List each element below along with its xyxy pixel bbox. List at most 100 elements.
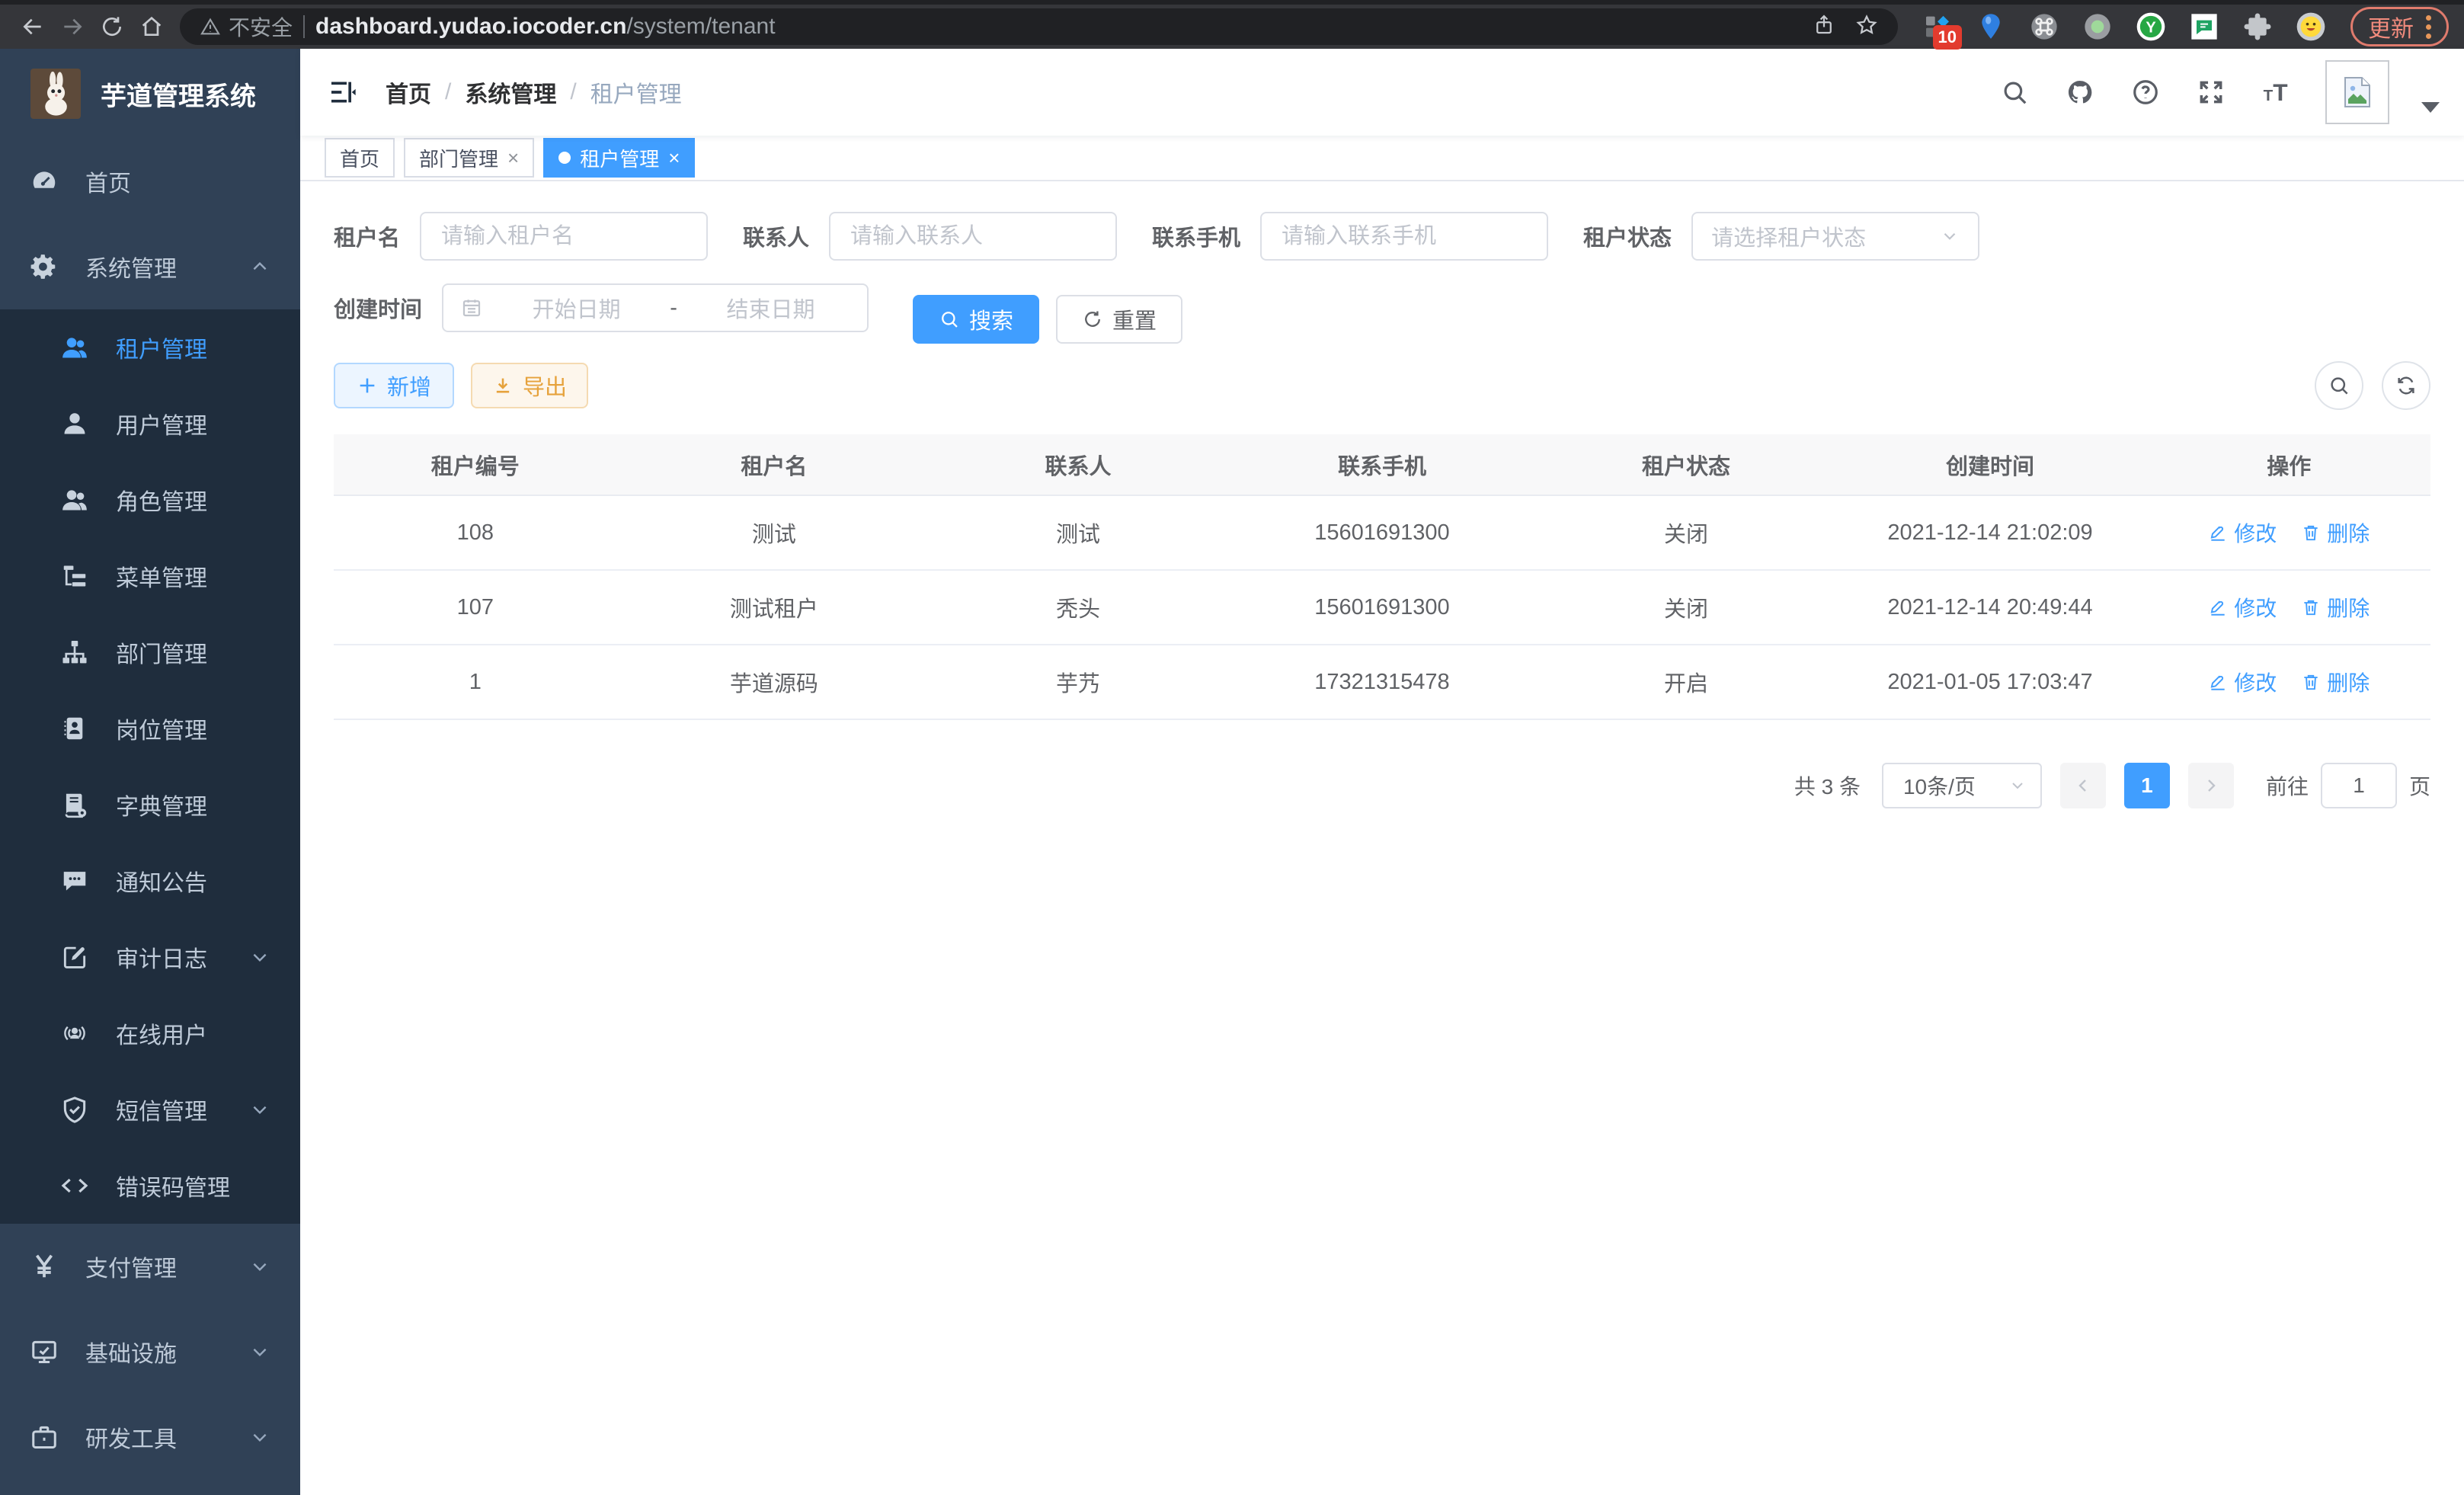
- extension-chat-icon[interactable]: [2187, 10, 2221, 43]
- sidebar-item-online-user[interactable]: 在线用户: [0, 995, 300, 1071]
- tenant-name-label: 租户名: [334, 220, 400, 252]
- search-button[interactable]: 搜索: [913, 295, 1039, 344]
- extension-command-icon[interactable]: [2027, 10, 2061, 43]
- contact-input[interactable]: [829, 212, 1117, 261]
- sidebar-item-label: 字典管理: [116, 788, 270, 821]
- edit-link[interactable]: 修改: [2208, 667, 2277, 697]
- breadcrumb-item[interactable]: 首页: [386, 75, 431, 109]
- sidebar-item-user[interactable]: 用户管理: [0, 386, 300, 462]
- browser-menu-kebab-icon[interactable]: [2426, 15, 2431, 39]
- sidebar-item-dept[interactable]: 部门管理: [0, 614, 300, 690]
- add-button[interactable]: 新增: [334, 363, 454, 408]
- browser-update-button[interactable]: 更新: [2350, 7, 2449, 46]
- github-icon[interactable]: [2063, 75, 2097, 109]
- sidebar-item-pay[interactable]: 支付管理: [0, 1224, 300, 1309]
- security-warning[interactable]: 不安全: [200, 11, 293, 42]
- page-unit-label: 页: [2409, 770, 2430, 801]
- search-icon: [2328, 374, 2350, 397]
- tag-home[interactable]: 首页: [325, 138, 395, 178]
- sidebar-item-label: 在线用户: [116, 1016, 270, 1050]
- sidebar-item-sms[interactable]: 短信管理: [0, 1071, 300, 1148]
- search-icon[interactable]: [1998, 75, 2031, 109]
- cell-contact: 芋艿: [931, 645, 1224, 719]
- column-header: 租户名: [617, 434, 932, 495]
- browser-reload-icon[interactable]: [94, 9, 130, 44]
- sidebar-item-role[interactable]: 角色管理: [0, 462, 300, 538]
- reset-button[interactable]: 重置: [1056, 295, 1182, 344]
- chevron-down-icon[interactable]: [2421, 102, 2440, 113]
- tag-tenant[interactable]: 租户管理 ×: [543, 138, 695, 178]
- online-user-icon: [59, 1018, 90, 1048]
- breadcrumb-separator: /: [570, 79, 576, 105]
- tenant-name-input[interactable]: [420, 212, 708, 261]
- delete-link[interactable]: 删除: [2301, 517, 2370, 548]
- sidebar-item-system[interactable]: 系统管理: [0, 224, 300, 309]
- edit-link[interactable]: 修改: [2208, 592, 2277, 623]
- sidebar-collapse-icon[interactable]: [325, 74, 361, 110]
- delete-link[interactable]: 删除: [2301, 667, 2370, 697]
- sidebar-item-post[interactable]: 岗位管理: [0, 690, 300, 767]
- avatar[interactable]: [2325, 60, 2389, 124]
- page-size-select[interactable]: 10条/页: [1882, 763, 2042, 808]
- extension-grid-icon[interactable]: 10: [1921, 10, 1954, 43]
- extension-dot-icon[interactable]: [2081, 10, 2114, 43]
- extension-balloon-icon[interactable]: [1974, 10, 2008, 43]
- show-search-button[interactable]: [2315, 361, 2363, 410]
- search-icon: [939, 309, 960, 330]
- sidebar-item-devtools[interactable]: 研发工具: [0, 1394, 300, 1480]
- status-label: 租户状态: [1583, 220, 1672, 252]
- extension-puzzle-icon[interactable]: [2241, 10, 2274, 43]
- extension-emoji-icon[interactable]: [2294, 10, 2328, 43]
- export-button[interactable]: 导出: [471, 363, 588, 408]
- status-select[interactable]: 请选择租户状态: [1691, 212, 1979, 261]
- goto-label: 前往: [2266, 770, 2309, 801]
- browser-forward-icon[interactable]: [55, 9, 90, 44]
- browser-home-icon[interactable]: [134, 9, 169, 44]
- sidebar-item-infra[interactable]: 基础设施: [0, 1309, 300, 1394]
- edit-link[interactable]: 修改: [2208, 517, 2277, 548]
- page-number-1[interactable]: 1: [2124, 763, 2170, 808]
- share-icon[interactable]: [1813, 14, 1835, 40]
- table-row: 108测试测试15601691300关闭2021-12-14 21:02:09修…: [334, 495, 2430, 570]
- tag-label: 租户管理: [580, 144, 659, 172]
- sidebar-item-error-code[interactable]: 错误码管理: [0, 1148, 300, 1224]
- start-date-placeholder[interactable]: 开始日期: [497, 292, 656, 324]
- address-bar[interactable]: 不安全 dashboard.yudao.iocoder.cn/system/te…: [180, 8, 1898, 45]
- refresh-icon: [2395, 374, 2418, 397]
- browser-back-icon[interactable]: [15, 9, 50, 44]
- close-icon[interactable]: ×: [507, 148, 519, 168]
- filter-form-row2: 创建时间 开始日期 - 结束日期 搜索 重置: [334, 283, 2430, 355]
- cell-mobile: 15601691300: [1225, 570, 1540, 645]
- chevron-down-icon: [2008, 776, 2027, 795]
- sidebar-logo[interactable]: 芋道管理系统: [0, 49, 300, 139]
- font-size-icon[interactable]: TT: [2260, 75, 2293, 109]
- calendar-icon: [460, 296, 483, 319]
- bookmark-star-icon[interactable]: [1855, 14, 1878, 40]
- sidebar-item-tenant[interactable]: 租户管理: [0, 309, 300, 386]
- goto-page-input[interactable]: [2321, 763, 2397, 808]
- update-label: 更新: [2368, 10, 2414, 43]
- chevron-down-icon: [250, 1342, 270, 1362]
- delete-link[interactable]: 删除: [2301, 592, 2370, 623]
- end-date-placeholder[interactable]: 结束日期: [691, 292, 850, 324]
- prev-page-button[interactable]: [2060, 763, 2106, 808]
- chevron-down-icon: [250, 1427, 270, 1447]
- logo-rabbit-image: [30, 69, 81, 119]
- url-text[interactable]: dashboard.yudao.iocoder.cn/system/tenant: [315, 14, 776, 40]
- extension-y-icon[interactable]: Y: [2134, 10, 2168, 43]
- close-icon[interactable]: ×: [668, 148, 680, 168]
- sidebar-item-notice[interactable]: 通知公告: [0, 843, 300, 919]
- refresh-table-button[interactable]: [2382, 361, 2430, 410]
- fullscreen-icon[interactable]: [2194, 75, 2228, 109]
- mobile-input[interactable]: [1260, 212, 1548, 261]
- sidebar-item-audit-log[interactable]: 审计日志: [0, 919, 300, 995]
- tag-dept[interactable]: 部门管理×: [404, 138, 534, 178]
- next-page-button[interactable]: [2188, 763, 2234, 808]
- breadcrumb-item[interactable]: 系统管理: [465, 75, 556, 109]
- sidebar-item-home[interactable]: 首页: [0, 139, 300, 224]
- sidebar-item-menu[interactable]: 菜单管理: [0, 538, 300, 614]
- pagination: 共 3 条 10条/页 1 前往 页: [334, 763, 2430, 808]
- create-time-range-picker[interactable]: 开始日期 - 结束日期: [442, 283, 869, 332]
- sidebar-item-dict[interactable]: 字典管理: [0, 767, 300, 843]
- help-icon[interactable]: [2129, 75, 2162, 109]
